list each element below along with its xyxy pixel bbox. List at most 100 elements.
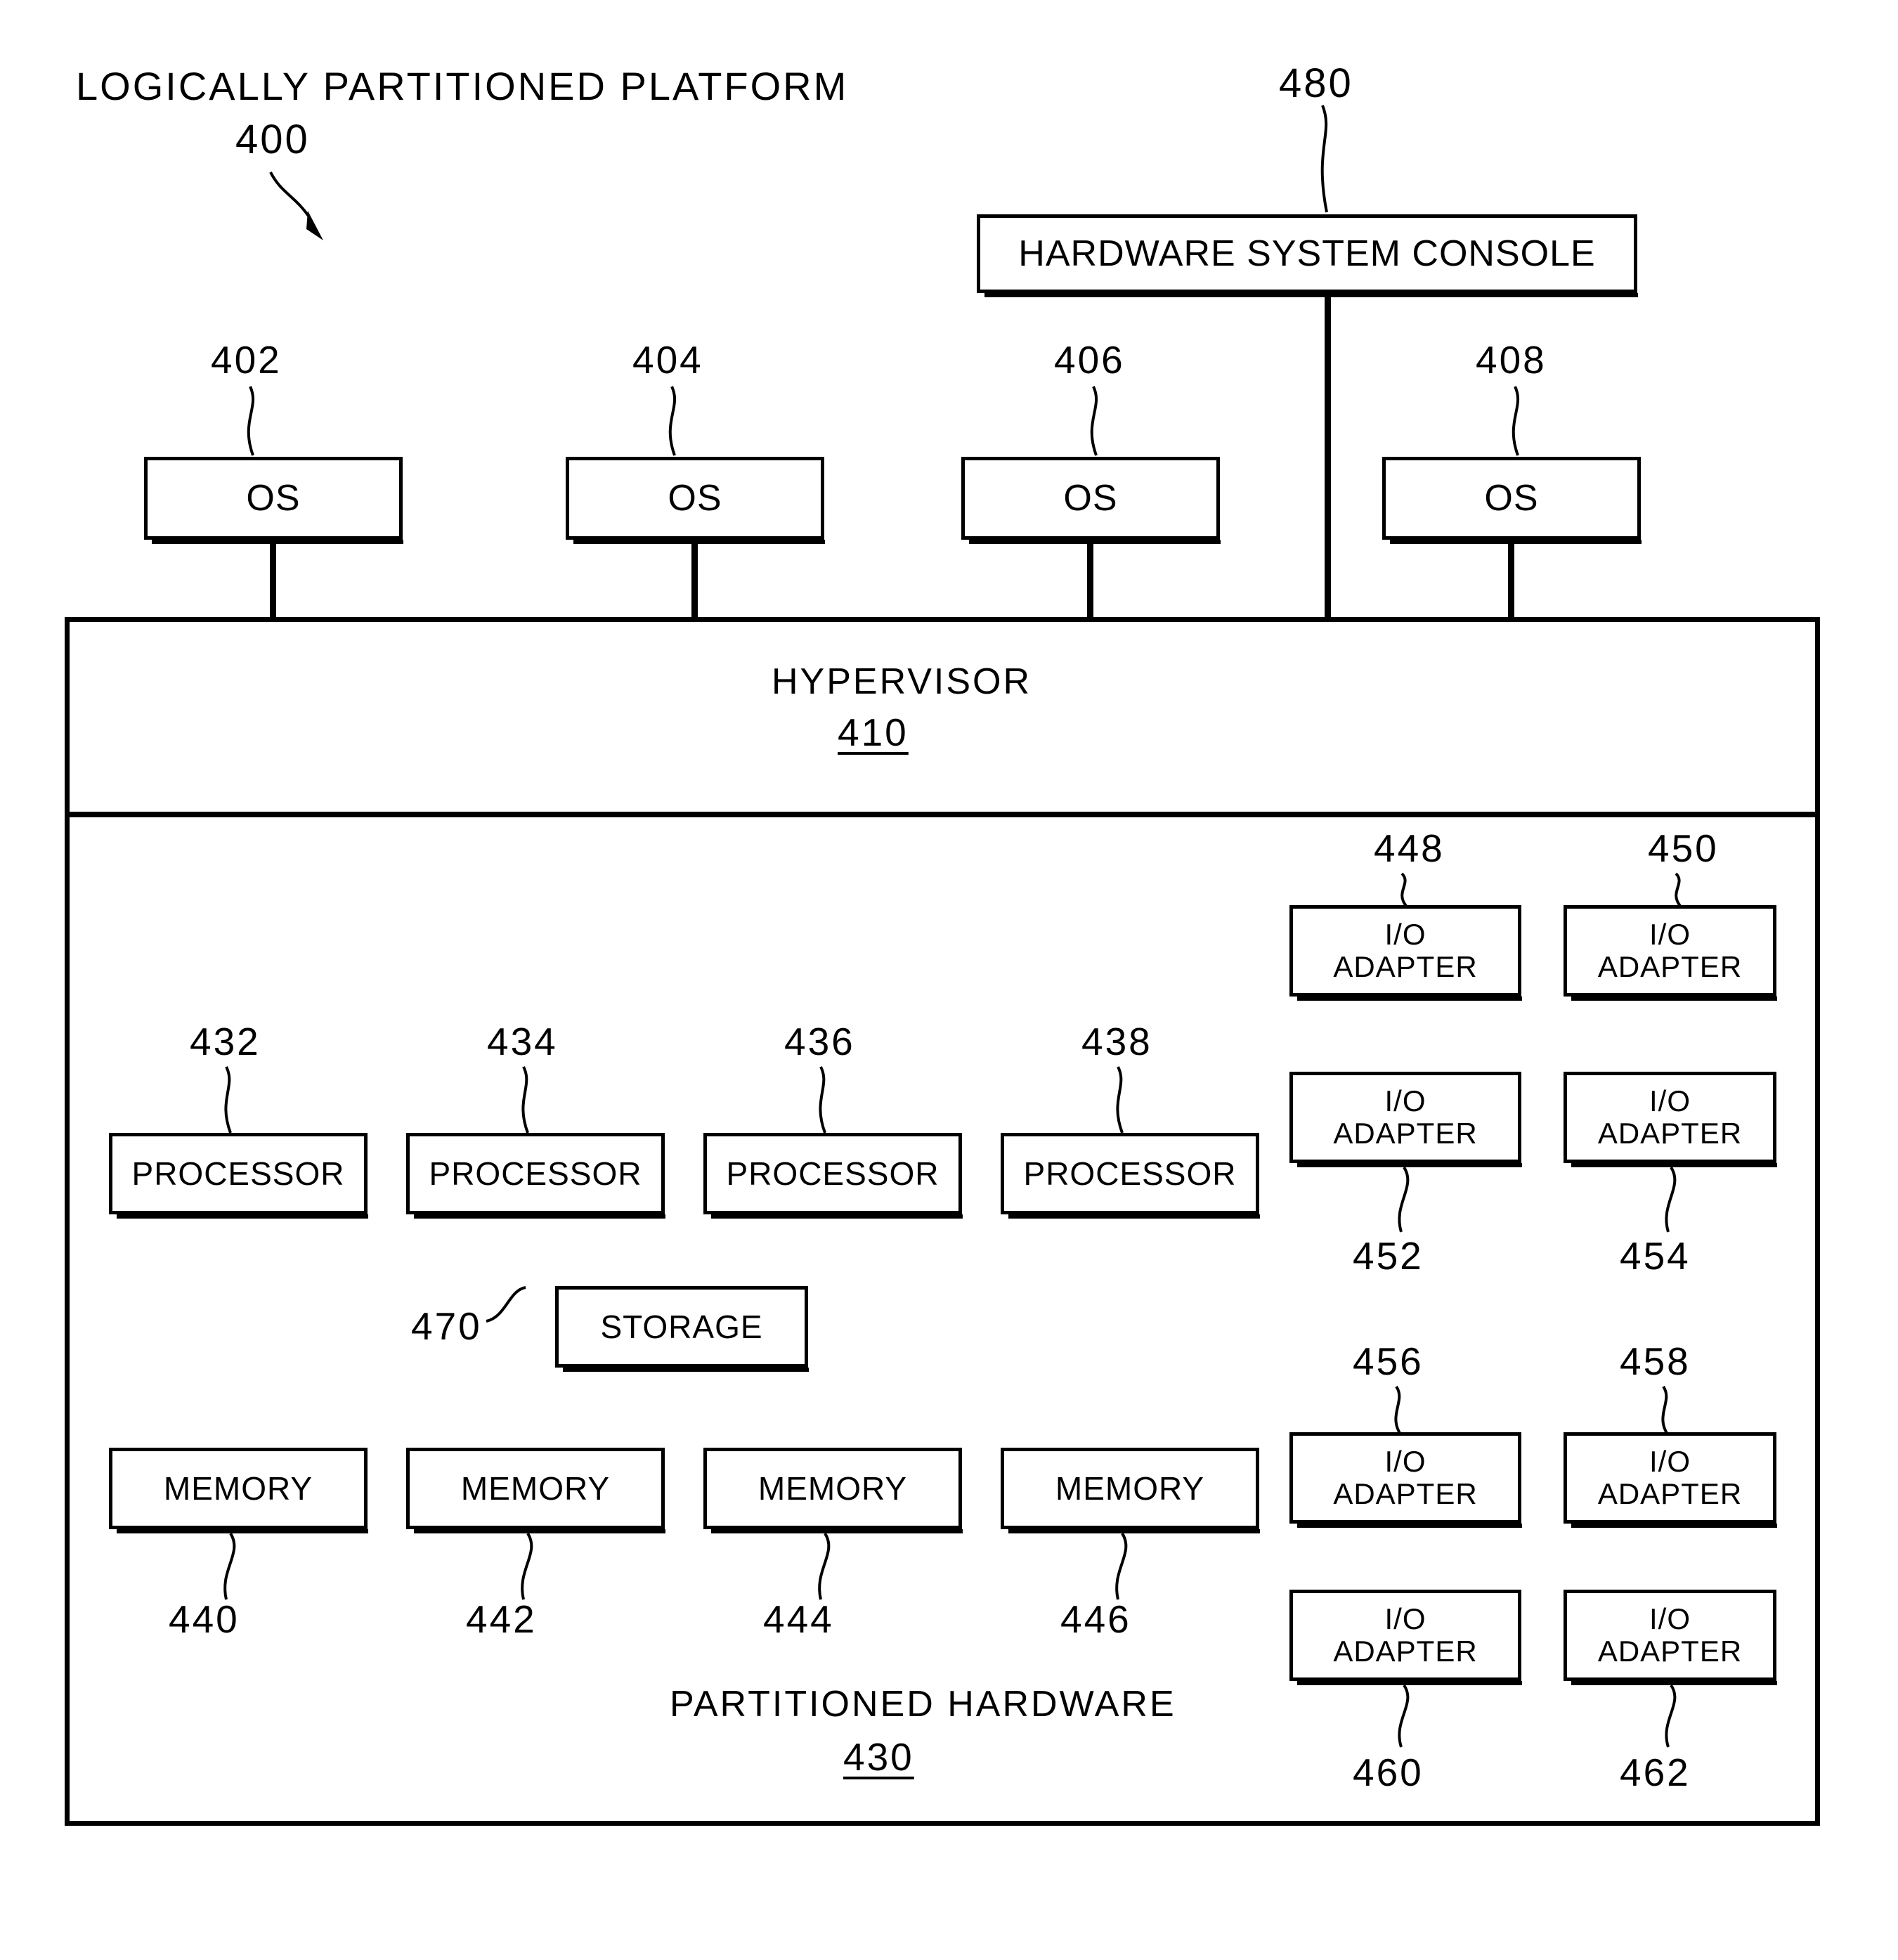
os-404-to-hypervisor-connector — [691, 540, 698, 619]
os-ref-406: 406 — [1054, 338, 1125, 382]
processor-label-432: PROCESSOR — [131, 1155, 345, 1192]
storage-ref: 470 — [411, 1304, 482, 1348]
io-adapter-448-line2: ADAPTER — [1333, 950, 1478, 983]
processor-box-436[interactable]: PROCESSOR — [703, 1133, 963, 1219]
io-adapter-ref-462: 462 — [1620, 1751, 1691, 1794]
memory-ref-446: 446 — [1060, 1597, 1131, 1641]
memory-442-leader-line — [521, 1532, 533, 1600]
io-adapter-456-line2: ADAPTER — [1333, 1477, 1478, 1510]
memory-444-leader-line — [818, 1532, 831, 1600]
os-box-404[interactable]: OS — [566, 457, 825, 544]
memory-box-440[interactable]: MEMORY — [109, 1448, 368, 1533]
os-406-to-hypervisor-connector — [1087, 540, 1093, 619]
io-adapter-452-leader-line — [1398, 1166, 1410, 1233]
processor-434-leader-line — [521, 1066, 529, 1134]
os-406-leader-line — [1090, 386, 1098, 456]
io-adapter-458-line1: I/O — [1649, 1444, 1691, 1478]
partitioned-hardware-label: PARTITIONED HARDWARE — [670, 1684, 1176, 1725]
console-ref: 480 — [1279, 60, 1353, 106]
processor-box-434[interactable]: PROCESSOR — [406, 1133, 665, 1219]
storage-box[interactable]: STORAGE — [555, 1286, 809, 1372]
storage-leader-line — [486, 1286, 526, 1323]
io-adapter-450-line2: ADAPTER — [1597, 950, 1743, 983]
io-adapter-462-line1: I/O — [1649, 1602, 1691, 1635]
figure-title: LOGICALLY PARTITIONED PLATFORM — [76, 64, 849, 108]
figure-canvas: LOGICALLY PARTITIONED PLATFORM 400 480 H… — [0, 0, 1898, 1960]
processor-ref-438: 438 — [1081, 1020, 1152, 1063]
io-adapter-454-line1: I/O — [1649, 1084, 1691, 1117]
os-label-402: OS — [246, 477, 301, 519]
os-box-406[interactable]: OS — [961, 457, 1221, 544]
hardware-system-console-label: HARDWARE SYSTEM CONSOLE — [1018, 233, 1596, 274]
io-adapter-454-leader-line — [1665, 1166, 1677, 1233]
io-adapter-box-458[interactable]: I/O ADAPTER — [1564, 1432, 1777, 1528]
processor-436-leader-line — [819, 1066, 826, 1134]
memory-label-440: MEMORY — [163, 1469, 313, 1507]
memory-ref-444: 444 — [763, 1597, 834, 1641]
io-adapter-448-line1: I/O — [1384, 917, 1426, 951]
io-adapter-456-line1: I/O — [1384, 1444, 1426, 1478]
io-adapter-ref-456: 456 — [1353, 1339, 1424, 1383]
io-adapter-462-leader-line — [1665, 1684, 1677, 1748]
memory-ref-440: 440 — [169, 1597, 240, 1641]
os-402-to-hypervisor-connector — [270, 540, 276, 619]
os-box-402[interactable]: OS — [144, 457, 403, 544]
console-leader-line — [1320, 105, 1328, 213]
os-408-to-hypervisor-connector — [1508, 540, 1514, 619]
io-adapter-box-448[interactable]: I/O ADAPTER — [1289, 905, 1522, 1001]
io-adapter-ref-454: 454 — [1620, 1234, 1691, 1278]
partitioned-hardware-ref: 430 — [843, 1735, 914, 1779]
io-adapter-458-line2: ADAPTER — [1597, 1477, 1743, 1510]
io-adapter-ref-448: 448 — [1374, 826, 1445, 870]
processor-box-438[interactable]: PROCESSOR — [1001, 1133, 1260, 1219]
storage-label: STORAGE — [600, 1308, 763, 1345]
hypervisor-ref: 410 — [838, 710, 909, 754]
figure-title-ref: 400 — [235, 117, 310, 162]
memory-box-446[interactable]: MEMORY — [1001, 1448, 1260, 1533]
memory-label-446: MEMORY — [1055, 1469, 1205, 1507]
io-adapter-box-454[interactable]: I/O ADAPTER — [1564, 1072, 1777, 1167]
os-408-leader-line — [1512, 386, 1519, 456]
os-label-406: OS — [1063, 477, 1118, 519]
processor-438-leader-line — [1116, 1066, 1124, 1134]
memory-box-442[interactable]: MEMORY — [406, 1448, 665, 1533]
processor-432-leader-line — [224, 1066, 232, 1134]
io-adapter-458-leader-line — [1661, 1385, 1669, 1436]
processor-ref-432: 432 — [190, 1020, 261, 1063]
memory-ref-442: 442 — [466, 1597, 537, 1641]
io-adapter-462-line2: ADAPTER — [1597, 1635, 1743, 1668]
processor-box-432[interactable]: PROCESSOR — [109, 1133, 368, 1219]
io-adapter-450-leader-line — [1675, 872, 1682, 907]
os-label-404: OS — [668, 477, 722, 519]
os-ref-402: 402 — [211, 338, 282, 382]
processor-ref-436: 436 — [784, 1020, 855, 1063]
memory-446-leader-line — [1115, 1532, 1128, 1600]
os-label-408: OS — [1484, 477, 1539, 519]
title-arrow-icon — [269, 171, 323, 240]
os-404-leader-line — [668, 386, 676, 456]
io-adapter-box-452[interactable]: I/O ADAPTER — [1289, 1072, 1522, 1167]
processor-ref-434: 434 — [487, 1020, 558, 1063]
processor-label-436: PROCESSOR — [726, 1155, 940, 1192]
os-402-leader-line — [247, 386, 254, 456]
io-adapter-box-450[interactable]: I/O ADAPTER — [1564, 905, 1777, 1001]
platform-outer-frame — [65, 617, 1820, 1826]
io-adapter-456-leader-line — [1394, 1385, 1402, 1436]
io-adapter-ref-450: 450 — [1648, 826, 1719, 870]
io-adapter-460-leader-line — [1398, 1684, 1410, 1748]
hypervisor-label: HYPERVISOR — [772, 661, 1032, 702]
hardware-system-console-box[interactable]: HARDWARE SYSTEM CONSOLE — [977, 214, 1638, 297]
console-to-hypervisor-connector — [1325, 293, 1331, 619]
memory-440-leader-line — [223, 1532, 236, 1600]
memory-label-442: MEMORY — [460, 1469, 611, 1507]
io-adapter-452-line1: I/O — [1384, 1084, 1426, 1117]
os-box-408[interactable]: OS — [1382, 457, 1642, 544]
io-adapter-box-462[interactable]: I/O ADAPTER — [1564, 1590, 1777, 1685]
io-adapter-box-456[interactable]: I/O ADAPTER — [1289, 1432, 1522, 1528]
io-adapter-460-line2: ADAPTER — [1333, 1635, 1478, 1668]
io-adapter-454-line2: ADAPTER — [1597, 1117, 1743, 1150]
processor-label-438: PROCESSOR — [1023, 1155, 1237, 1192]
io-adapter-box-460[interactable]: I/O ADAPTER — [1289, 1590, 1522, 1685]
memory-box-444[interactable]: MEMORY — [703, 1448, 963, 1533]
io-adapter-ref-458: 458 — [1620, 1339, 1691, 1383]
